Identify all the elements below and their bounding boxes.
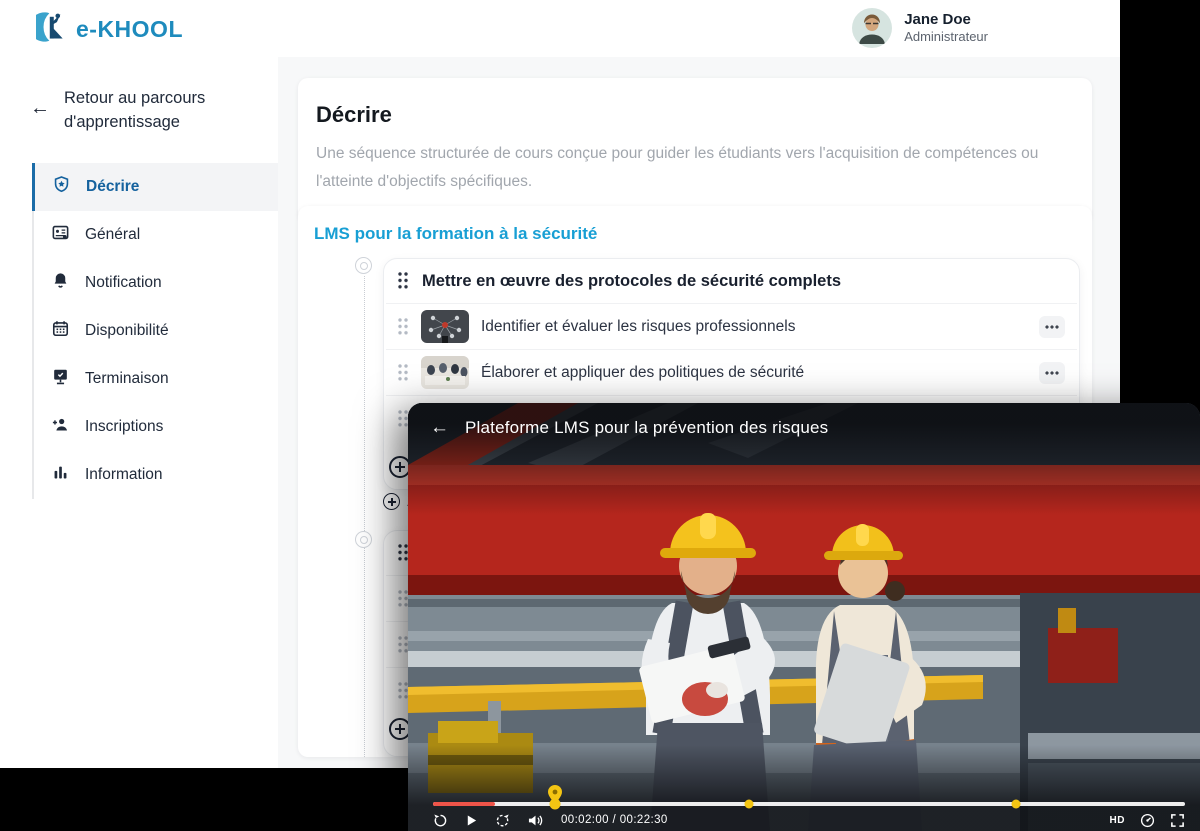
sidebar-item-label: Notification	[85, 274, 162, 292]
timeline-node	[355, 257, 372, 274]
lesson-title: Élaborer et appliquer des politiques de …	[481, 364, 1027, 382]
meeting-photo-thumbnail	[421, 356, 469, 389]
ellipsis-icon	[1045, 371, 1059, 375]
sidebar-item-terminaison[interactable]: Terminaison	[32, 355, 278, 403]
board-check-icon	[51, 367, 70, 391]
user-menu[interactable]: Jane Doe Administrateur	[852, 8, 988, 48]
sidebar-item-label: Information	[85, 466, 163, 484]
lesson-options-button[interactable]	[1039, 316, 1065, 338]
shield-star-icon	[52, 175, 71, 199]
play-icon[interactable]	[465, 814, 478, 827]
network-people-thumbnail	[421, 310, 469, 343]
sidebar-item-information[interactable]: Information	[32, 451, 278, 499]
volume-icon[interactable]	[527, 813, 544, 828]
id-card-icon	[51, 223, 70, 247]
app-logo-text: e-KHOOL	[76, 16, 183, 43]
person-add-icon	[51, 415, 70, 439]
bell-icon	[51, 271, 70, 295]
video-timestamp: 00:02:00 / 00:22:30	[561, 814, 668, 826]
page-header-card: Décrire Une séquence structurée de cours…	[298, 78, 1092, 222]
timeline-line	[364, 276, 365, 757]
speed-gauge-icon[interactable]	[1140, 813, 1155, 828]
user-avatar	[852, 8, 892, 48]
sidebar-item-label: Disponibilité	[85, 322, 169, 340]
video-controls-right: HD	[1110, 813, 1185, 828]
restart-icon[interactable]	[433, 813, 448, 828]
page-description: Une séquence structurée de cours conçue …	[316, 140, 1074, 196]
sidebar-item-label: Décrire	[86, 178, 139, 196]
sidebar-item-inscriptions[interactable]: Inscriptions	[32, 403, 278, 451]
module-header[interactable]: Mettre en œuvre des protocoles de sécuri…	[384, 259, 1079, 303]
fullscreen-icon[interactable]	[1170, 813, 1185, 828]
lesson-row[interactable]: Élaborer et appliquer des politiques de …	[386, 349, 1077, 395]
sidebar-menu: Décrire Général Notification	[0, 163, 278, 499]
video-player-overlay[interactable]: ← Plateforme LMS pour la prévention des …	[408, 403, 1200, 831]
video-controls: 00:02:00 / 00:22:30 HD	[433, 808, 1185, 831]
sidebar-item-decrire[interactable]: Décrire	[32, 163, 278, 211]
sidebar-item-disponibilite[interactable]: Disponibilité	[32, 307, 278, 355]
timeline-node	[355, 531, 372, 548]
sidebar-item-label: Général	[85, 226, 140, 244]
video-title: Plateforme LMS pour la prévention des ri…	[465, 418, 828, 438]
sidebar-item-label: Terminaison	[85, 370, 169, 388]
video-progress-bar[interactable]	[433, 802, 1185, 806]
ellipsis-icon	[1045, 325, 1059, 329]
back-to-learning-path[interactable]: ← Retour au parcours d'apprentissage	[0, 57, 278, 151]
drag-handle-icon[interactable]	[398, 272, 409, 290]
section-title: LMS pour la formation à la sécurité	[314, 224, 1076, 244]
drag-handle-icon[interactable]	[398, 318, 409, 336]
lesson-title: Identifier et évaluer les risques profes…	[481, 318, 1027, 336]
sidebar-item-label: Inscriptions	[85, 418, 163, 436]
module-title: Mettre en œuvre des protocoles de sécuri…	[422, 272, 841, 291]
sidebar: ← Retour au parcours d'apprentissage Déc…	[0, 57, 279, 768]
bar-chart-icon	[51, 463, 70, 487]
e-khool-logo-mark-icon	[36, 10, 68, 49]
topbar: e-KHOOL Jane Doe Administrateur	[0, 0, 1120, 58]
video-title-bar: ← Plateforme LMS pour la prévention des …	[430, 417, 828, 439]
drag-handle-icon[interactable]	[398, 364, 409, 382]
calendar-icon	[51, 319, 70, 343]
user-name: Jane Doe	[904, 11, 988, 29]
forward-icon[interactable]	[495, 813, 510, 828]
map-pin-marker-icon[interactable]	[547, 785, 563, 810]
back-label: Retour au parcours d'apprentissage	[64, 87, 228, 135]
hd-quality-button[interactable]: HD	[1110, 815, 1125, 826]
lesson-options-button[interactable]	[1039, 362, 1065, 384]
sidebar-item-general[interactable]: Général	[32, 211, 278, 259]
back-arrow-icon: ←	[30, 97, 50, 135]
progress-played	[433, 802, 495, 806]
video-back-button[interactable]: ←	[430, 417, 449, 439]
user-role: Administrateur	[904, 29, 988, 46]
page-title: Décrire	[316, 102, 1074, 128]
screenshot-stage: e-KHOOL Jane Doe Administrateur	[0, 0, 1200, 831]
plus-circle-icon	[383, 493, 400, 510]
sidebar-item-notification[interactable]: Notification	[32, 259, 278, 307]
app-logo[interactable]: e-KHOOL	[36, 10, 183, 49]
lesson-row[interactable]: Identifier et évaluer les risques profes…	[386, 303, 1077, 349]
